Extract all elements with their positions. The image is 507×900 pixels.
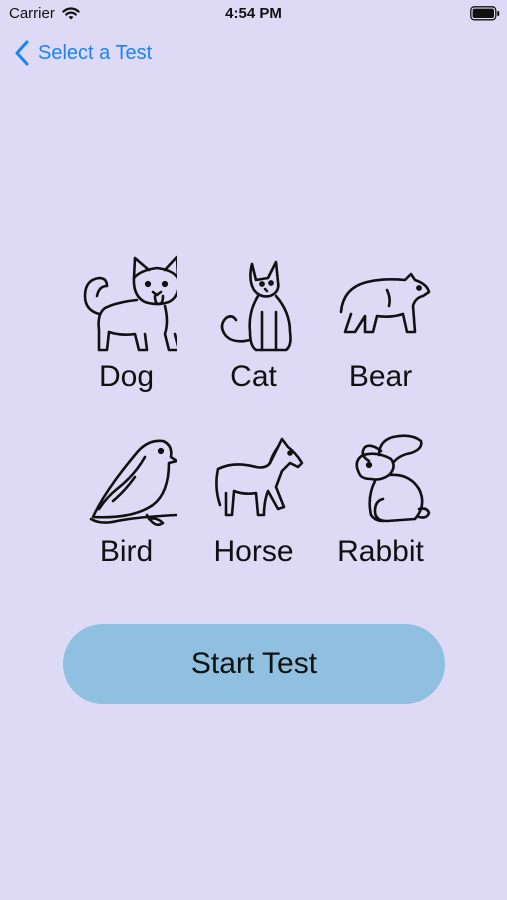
back-button[interactable]: Select a Test: [14, 38, 152, 68]
dog-icon: [83, 255, 177, 352]
animal-option-cat[interactable]: Cat: [190, 250, 317, 394]
bird-icon: [89, 439, 177, 527]
animal-option-dog[interactable]: Dog: [63, 250, 190, 394]
animal-option-bird[interactable]: Bird: [63, 425, 190, 569]
animal-option-horse[interactable]: Horse: [190, 425, 317, 569]
cat-icon: [220, 260, 292, 352]
clock: 4:54 PM: [225, 5, 282, 22]
animal-option-rabbit[interactable]: Rabbit: [317, 425, 444, 569]
bear-icon: [339, 272, 430, 334]
rabbit-icon: [354, 434, 430, 523]
animal-label: Bear: [348, 360, 413, 393]
animal-label: Bird: [99, 535, 154, 568]
battery-icon: [470, 6, 500, 21]
animal-label: Cat: [230, 360, 277, 393]
start-test-button[interactable]: Start Test: [63, 624, 445, 704]
start-test-label: Start Test: [190, 647, 318, 680]
back-label: Select a Test: [38, 41, 153, 64]
status-bar: Carrier 4:54 PM: [0, 0, 507, 28]
chevron-left-icon: [15, 40, 29, 66]
animal-label: Dog: [98, 360, 155, 393]
horse-icon: [214, 437, 303, 517]
animal-label: Rabbit: [337, 535, 424, 568]
animal-option-bear[interactable]: Bear: [317, 250, 444, 394]
animal-label: Horse: [213, 535, 294, 568]
